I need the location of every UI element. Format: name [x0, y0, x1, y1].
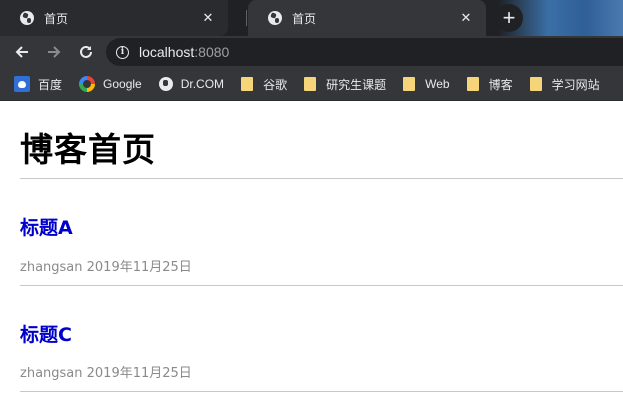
bookmark-label: Web — [425, 77, 450, 91]
tab-2-active[interactable]: 首页 ✕ — [248, 0, 486, 36]
back-button[interactable] — [10, 40, 34, 64]
url-port: :8080 — [194, 44, 230, 60]
bookmark-folder-guge[interactable]: 谷歌 — [241, 76, 287, 93]
info-icon[interactable]: i — [116, 45, 129, 59]
bookmark-label: 谷歌 — [263, 77, 288, 92]
bookmark-label: Dr.COM — [180, 77, 225, 91]
page-content: 博客首页 标题A zhangsan 2019年11月25日 标题C zhangs… — [0, 101, 623, 408]
tab-strip: 首页 ✕ 首页 ✕ + — [0, 0, 623, 36]
bookmarks-bar: 百度 Google Dr.COM 谷歌 研究生课题 Web 博客 学习网站 — [0, 68, 623, 101]
bookmark-label: 博客 — [488, 77, 513, 92]
bookmark-label: Google — [103, 77, 142, 91]
arrow-right-icon — [48, 46, 61, 58]
folder-icon — [529, 77, 542, 91]
folder-icon — [304, 77, 317, 91]
globe-icon — [158, 77, 173, 91]
post-title-link[interactable]: 标题C — [20, 320, 72, 347]
bookmark-folder-blog[interactable]: 博客 — [466, 76, 513, 93]
divider — [20, 391, 623, 392]
bookmark-folder-web[interactable]: Web — [403, 77, 450, 91]
browser-toolbar: i localhost:8080 — [0, 36, 623, 68]
divider — [20, 285, 623, 286]
bookmark-google[interactable]: Google — [79, 76, 142, 92]
close-icon[interactable]: ✕ — [458, 10, 474, 26]
divider — [20, 178, 623, 179]
close-icon[interactable]: ✕ — [200, 10, 216, 26]
url-host: localhost — [139, 44, 195, 60]
tab-1[interactable]: 首页 ✕ — [0, 0, 228, 36]
arrow-left-icon — [15, 46, 28, 58]
page-title: 博客首页 — [20, 130, 156, 169]
reload-button[interactable] — [74, 40, 98, 64]
bookmark-label: 研究生课题 — [326, 77, 387, 92]
post-meta: zhangsan 2019年11月25日 — [20, 260, 192, 275]
folder-icon — [241, 77, 254, 91]
globe-icon — [20, 11, 34, 25]
globe-icon — [268, 11, 282, 25]
bookmark-label: 学习网站 — [551, 77, 600, 92]
bookmark-folder-study[interactable]: 学习网站 — [529, 76, 600, 93]
bookmark-folder-research[interactable]: 研究生课题 — [304, 76, 386, 93]
reload-icon — [80, 45, 92, 58]
folder-icon — [403, 77, 416, 91]
tab-title: 首页 — [44, 11, 69, 26]
tab-divider — [246, 10, 247, 26]
google-icon — [79, 76, 96, 92]
bookmark-baidu[interactable]: 百度 — [14, 76, 62, 93]
baidu-icon — [14, 76, 30, 92]
bookmark-drcom[interactable]: Dr.COM — [158, 77, 225, 91]
forward-button[interactable] — [42, 40, 66, 64]
new-tab-button[interactable]: + — [495, 4, 523, 32]
tab-title: 首页 — [292, 11, 317, 26]
bookmark-label: 百度 — [38, 77, 63, 92]
post-meta: zhangsan 2019年11月25日 — [20, 366, 192, 381]
folder-icon — [466, 77, 479, 91]
post-title-link[interactable]: 标题A — [20, 213, 73, 240]
url-text[interactable]: localhost:8080 — [139, 44, 229, 60]
address-bar[interactable]: i localhost:8080 — [106, 38, 623, 66]
